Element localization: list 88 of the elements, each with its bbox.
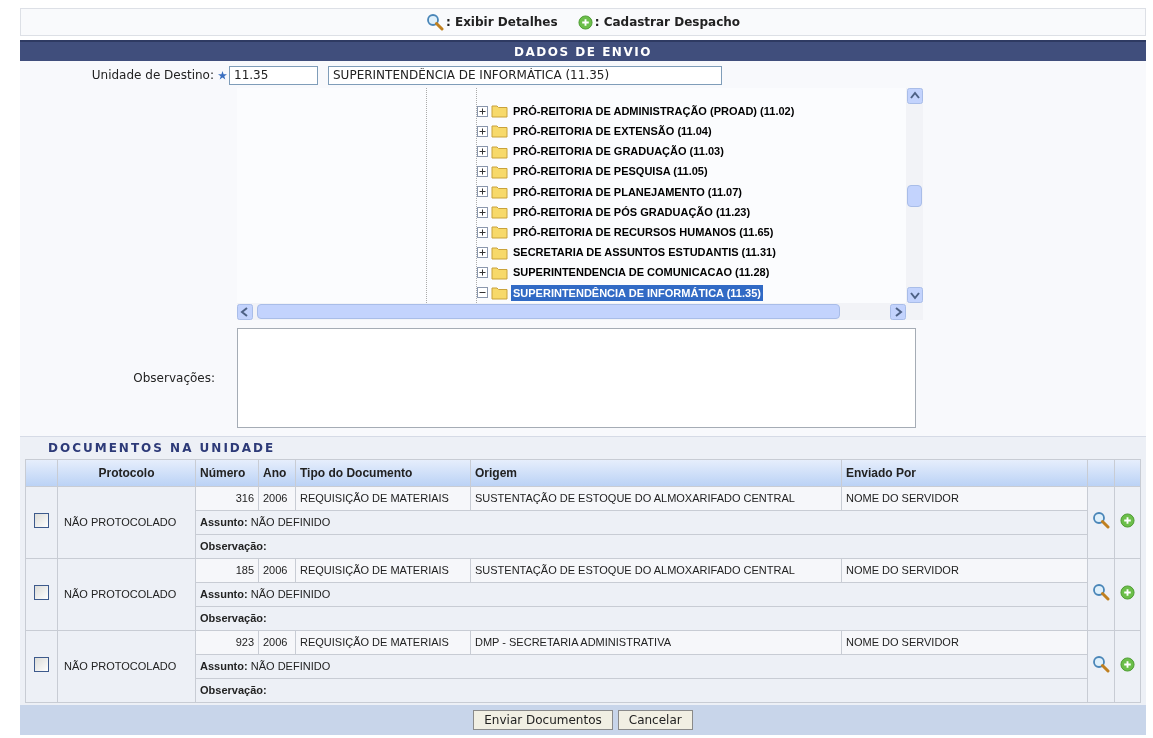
tree-item[interactable]: PRÓ-REITORIA DE RECURSOS HUMANOS (11.65): [511, 224, 776, 241]
plus-box-icon[interactable]: [477, 105, 488, 117]
field-label: Unidade de Destino:: [90, 67, 215, 84]
horizontal-scrollbar[interactable]: [237, 303, 923, 320]
table-cell: SUSTENTAÇÃO DE ESTOQUE DO ALMOXARIFADO CENTRAL: [470, 558, 842, 583]
folder-icon: [491, 124, 508, 139]
unit-name-field[interactable]: SUPERINTENDÊNCIA DE INFORMÁTICA (11.35): [328, 65, 722, 85]
field-label: Observação:: [200, 540, 267, 553]
column-header: Número: [195, 459, 259, 487]
section-header: DADOS DE ENVIO: [20, 40, 1146, 61]
folder-icon: [491, 205, 508, 220]
notes-field[interactable]: [237, 328, 916, 428]
folder-icon: [491, 184, 508, 199]
tree-item[interactable]: SUPERINTENDENCIA DE COMUNICACAO (11.28): [511, 264, 772, 281]
table-cell: NÃO PROTOCOLADO: [57, 630, 196, 703]
tree-item[interactable]: PRÓ-REITORIA DE GRADUAÇÃO (11.03): [511, 143, 726, 160]
plus-box-icon[interactable]: [477, 166, 488, 178]
plus-box-icon[interactable]: [477, 226, 488, 238]
tree-item[interactable]: PRÓ-REITORIA DE PÓS GRADUAÇÃO (11.23): [511, 203, 753, 221]
folder-icon: [491, 285, 508, 300]
row-checkbox[interactable]: [34, 512, 49, 528]
subject-value: NÃO DEFINIDO: [250, 516, 331, 529]
plus-box-icon[interactable]: [477, 146, 488, 157]
plus-box-icon[interactable]: [477, 247, 488, 258]
table-cell: NÃO PROTOCOLADO: [57, 486, 196, 559]
plus-box-icon[interactable]: [477, 125, 488, 137]
field-label: Assunto:: [200, 588, 248, 601]
table-cell: NÃO PROTOCOLADO: [57, 558, 196, 631]
magnifier-icon[interactable]: [425, 13, 444, 31]
table-cell: DMP - SECRETARIA ADMINISTRATIVA: [470, 630, 842, 655]
vertical-scrollbar[interactable]: [906, 88, 923, 303]
field-label: Observação:: [200, 684, 267, 697]
plus-circle-icon[interactable]: [1120, 512, 1135, 528]
plus-circle-icon[interactable]: [1120, 656, 1135, 672]
scroll-up-icon[interactable]: [906, 88, 923, 104]
row-checkbox[interactable]: [34, 584, 49, 600]
table-cell: SUSTENTAÇÃO DE ESTOQUE DO ALMOXARIFADO CENTRAL: [470, 486, 842, 511]
tree-item[interactable]: PRÓ-REITORIA DE PLANEJAMENTO (11.07): [511, 183, 744, 201]
field-label: Assunto:: [200, 660, 248, 673]
required-star-icon: [218, 70, 227, 80]
folder-icon: [491, 245, 508, 260]
folder-icon: [491, 104, 508, 119]
unit-code-field[interactable]: 11.35: [229, 65, 318, 85]
field-label: Observações:: [132, 370, 216, 387]
legend-label: : Exibir Detalhes: [445, 14, 558, 31]
scroll-thumb[interactable]: [257, 304, 840, 319]
folder-icon: [491, 265, 508, 280]
subject-value: NÃO DEFINIDO: [250, 660, 331, 673]
form-button[interactable]: Enviar Documentos: [473, 710, 613, 730]
row-checkbox[interactable]: [34, 656, 49, 672]
form-button[interactable]: Cancelar: [617, 710, 693, 730]
table-cell: REQUISIÇÃO DE MATERIAIS: [295, 630, 471, 655]
column-header: Protocolo: [57, 459, 196, 487]
folder-icon: [491, 144, 508, 159]
minus-box-icon[interactable]: [477, 287, 488, 299]
documents-title: DOCUMENTOS NA UNIDADE: [47, 440, 277, 457]
table-cell: NOME DO SERVIDOR: [841, 630, 1088, 655]
plus-box-icon[interactable]: [477, 186, 488, 198]
field-label: Observação:: [200, 612, 267, 625]
magnifier-icon[interactable]: [1092, 583, 1110, 602]
column-header: Origem: [470, 459, 842, 487]
table-cell: NOME DO SERVIDOR: [841, 558, 1088, 583]
field-label: Assunto:: [200, 516, 248, 529]
subject-value: NÃO DEFINIDO: [250, 588, 331, 601]
tree-item[interactable]: SECRETARIA DE ASSUNTOS ESTUDANTIS (11.31): [511, 244, 778, 261]
table-cell: REQUISIÇÃO DE MATERIAIS: [295, 486, 471, 511]
table-cell: NOME DO SERVIDOR: [841, 486, 1088, 511]
tree-item[interactable]: SUPERINTENDÊNCIA DE INFORMÁTICA (11.35): [511, 284, 763, 302]
table-cell: REQUISIÇÃO DE MATERIAIS: [295, 558, 471, 583]
scroll-right-icon[interactable]: [890, 303, 906, 320]
scroll-left-icon[interactable]: [237, 303, 253, 320]
tree-item[interactable]: PRÓ-REITORIA DE EXTENSÃO (11.04): [511, 123, 714, 140]
folder-icon: [491, 164, 508, 179]
column-header: Ano: [258, 459, 296, 487]
folder-icon: [491, 225, 508, 240]
magnifier-icon[interactable]: [1092, 511, 1110, 530]
plus-circle-icon[interactable]: [1120, 584, 1135, 600]
plus-circle-icon[interactable]: [577, 14, 593, 30]
plus-box-icon[interactable]: [477, 206, 488, 218]
column-header: Tipo do Documento: [295, 459, 471, 487]
tree-item[interactable]: PRÓ-REITORIA DE PESQUISA (11.05): [511, 163, 710, 180]
legend-label: : Cadastrar Despacho: [594, 14, 741, 31]
column-header: Enviado Por: [841, 459, 1088, 487]
plus-box-icon[interactable]: [477, 267, 488, 279]
tree-item[interactable]: PRÓ-REITORIA DE ADMINISTRAÇÃO (PROAD) (11.02): [511, 102, 797, 120]
scroll-down-icon[interactable]: [906, 287, 923, 303]
magnifier-icon[interactable]: [1092, 655, 1110, 674]
scroll-thumb[interactable]: [907, 184, 922, 207]
